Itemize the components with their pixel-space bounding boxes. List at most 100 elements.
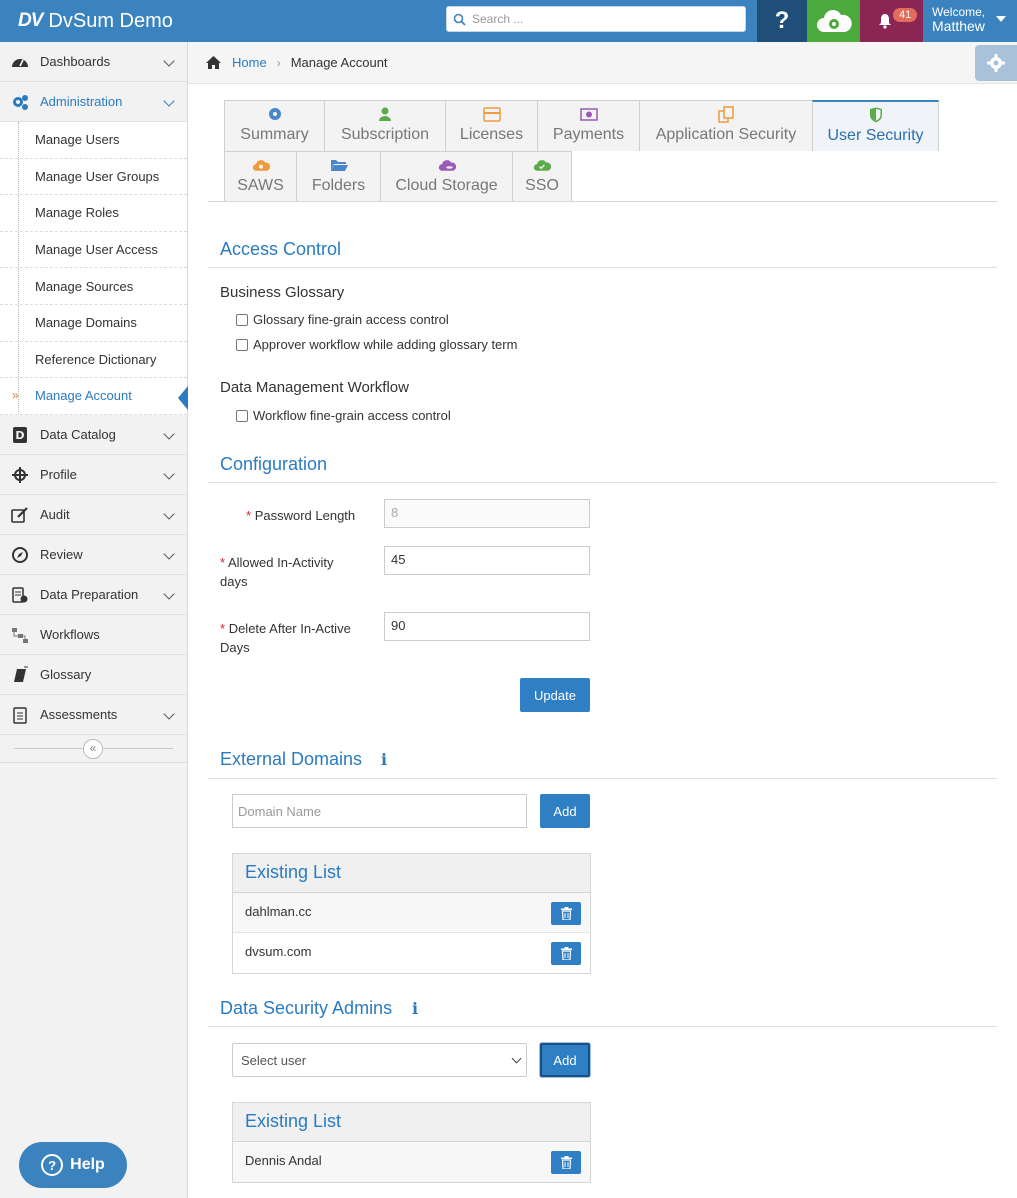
tab-label: Subscription (340, 126, 430, 143)
sidebar-item-profile[interactable]: Profile (0, 455, 187, 495)
delete-button[interactable] (551, 942, 581, 965)
tab-label: Payments (552, 126, 625, 143)
tab-sso[interactable]: SSO (512, 151, 572, 202)
page-settings-button[interactable] (975, 45, 1017, 81)
tab-cloud-storage[interactable]: Cloud Storage (380, 151, 513, 202)
data-management-workflow-title: Data Management Workflow (220, 379, 409, 396)
checkbox[interactable] (236, 313, 248, 326)
inactivity-days-input[interactable]: 45 (384, 546, 590, 575)
delete-button[interactable] (551, 902, 581, 925)
tab-saws[interactable]: SAWS (224, 151, 297, 202)
search-icon (453, 13, 466, 26)
app-logo[interactable]: DV DvSum Demo (18, 6, 173, 36)
existing-admins-list: Existing List Dennis Andal (232, 1102, 591, 1183)
section-title-configuration: Configuration (220, 454, 328, 474)
money-icon (579, 105, 598, 123)
domain-name-input[interactable]: Domain Name (232, 794, 527, 828)
chevron-down-icon (163, 708, 175, 720)
tabs-row-1: Summary Subscription Licenses Payments A… (224, 100, 939, 151)
required-mark: * (246, 508, 252, 523)
domain-name: dvsum.com (245, 944, 312, 959)
workflow-fine-grain-checkbox[interactable]: Workflow fine-grain access control (236, 408, 451, 423)
password-length-input[interactable]: 8 (384, 499, 590, 528)
floating-help-button[interactable]: ? Help (19, 1142, 127, 1188)
chevron-down-icon (163, 428, 175, 440)
notifications-button[interactable]: 41 (860, 0, 923, 42)
trash-icon (560, 947, 572, 960)
compass-icon (12, 546, 28, 563)
checkbox[interactable] (236, 409, 248, 422)
user-menu[interactable]: Welcome, Matthew (923, 0, 1017, 42)
sidebar-item-glossary[interactable]: Glossary (0, 655, 187, 695)
shield-icon (867, 106, 885, 124)
bell-icon (878, 14, 891, 29)
sidebar-subitem-manage-account[interactable]: » Manage Account (0, 378, 188, 415)
collapse-sidebar-button[interactable]: « (83, 738, 103, 759)
list-title: Existing List (233, 854, 590, 893)
subitem-label: Manage Sources (35, 278, 134, 294)
tab-subscription[interactable]: Subscription (324, 100, 446, 151)
list-title: Existing List (233, 1103, 590, 1142)
trash-icon (560, 907, 572, 920)
sidebar-subitem-reference-dictionary[interactable]: Reference Dictionary (0, 341, 187, 379)
tab-label: SSO (525, 177, 559, 194)
subitem-label: Manage User Access (35, 242, 158, 258)
subitem-label: Manage Account (35, 388, 132, 404)
tab-folders[interactable]: Folders (296, 151, 381, 202)
sidebar-item-workflows[interactable]: Workflows (0, 615, 187, 655)
tab-user-security[interactable]: User Security (812, 100, 939, 151)
tab-summary[interactable]: Summary (224, 100, 325, 151)
tab-label: Folders (311, 177, 366, 194)
tab-application-security[interactable]: Application Security (639, 100, 813, 151)
sidebar-subitem-manage-user-groups[interactable]: Manage User Groups (0, 158, 187, 196)
help-button[interactable]: ? (757, 0, 807, 42)
section-divider (208, 1026, 997, 1027)
list-item: Dennis Andal (233, 1142, 590, 1182)
search-input[interactable]: Search ... (446, 6, 746, 32)
info-icon[interactable]: i (381, 750, 387, 769)
tab-licenses[interactable]: Licenses (445, 100, 538, 151)
sidebar-item-data-preparation[interactable]: Data Preparation (0, 575, 187, 615)
checkbox-label: Glossary fine-grain access control (253, 312, 449, 327)
sidebar-item-review[interactable]: Review (0, 535, 187, 575)
chevron-down-icon (163, 588, 175, 600)
business-glossary-title: Business Glossary (220, 284, 345, 301)
sidebar-item-assessments[interactable]: Assessments (0, 695, 187, 735)
sidebar-subitem-manage-domains[interactable]: Manage Domains (0, 304, 187, 342)
update-button[interactable]: Update (520, 678, 590, 712)
approver-workflow-checkbox[interactable]: Approver workflow while adding glossary … (236, 337, 517, 352)
sidebar-subitem-manage-sources[interactable]: Manage Sources (0, 268, 187, 305)
section-divider (208, 267, 997, 268)
sidebar-item-dashboards[interactable]: Dashboards (0, 42, 187, 82)
clipboard-icon (13, 707, 27, 724)
admin-name: Dennis Andal (245, 1153, 322, 1168)
tab-payments[interactable]: Payments (537, 100, 640, 151)
sidebar-subitem-manage-roles[interactable]: Manage Roles (0, 195, 187, 232)
home-icon[interactable] (205, 55, 222, 70)
sidebar-item-data-catalog[interactable]: D Data Catalog (0, 415, 187, 455)
active-indicator-icon (178, 386, 188, 411)
tab-label: Summary (240, 126, 309, 143)
sidebar-subitem-manage-user-access[interactable]: Manage User Access (0, 231, 187, 269)
sidebar-item-administration[interactable]: Administration (0, 82, 187, 122)
add-admin-button[interactable]: Add (540, 1043, 590, 1077)
breadcrumb-home-link[interactable]: Home (232, 55, 267, 70)
glossary-fine-grain-checkbox[interactable]: Glossary fine-grain access control (236, 312, 449, 327)
sidebar-item-label: Audit (40, 506, 70, 522)
select-user-dropdown[interactable]: Select user (232, 1043, 527, 1077)
section-title-external-domains: External Domains (220, 749, 363, 769)
select-value: Select user (241, 1053, 307, 1068)
tab-label: Cloud Storage (395, 177, 498, 194)
sidebar-item-label: Administration (40, 94, 123, 109)
sidebar-subitem-manage-users[interactable]: Manage Users (0, 122, 187, 159)
delete-button[interactable] (551, 1151, 581, 1174)
sidebar-item-label: Data Preparation (40, 586, 139, 602)
add-domain-button[interactable]: Add (540, 794, 590, 828)
cloud-settings-button[interactable] (807, 0, 860, 42)
delete-after-days-input[interactable]: 90 (384, 612, 590, 641)
app-title: DvSum Demo (48, 9, 173, 32)
sidebar-item-audit[interactable]: Audit (0, 495, 187, 535)
checkbox[interactable] (236, 338, 248, 351)
sidebar-item-label: Dashboards (40, 54, 111, 69)
info-icon[interactable]: i (412, 999, 418, 1018)
